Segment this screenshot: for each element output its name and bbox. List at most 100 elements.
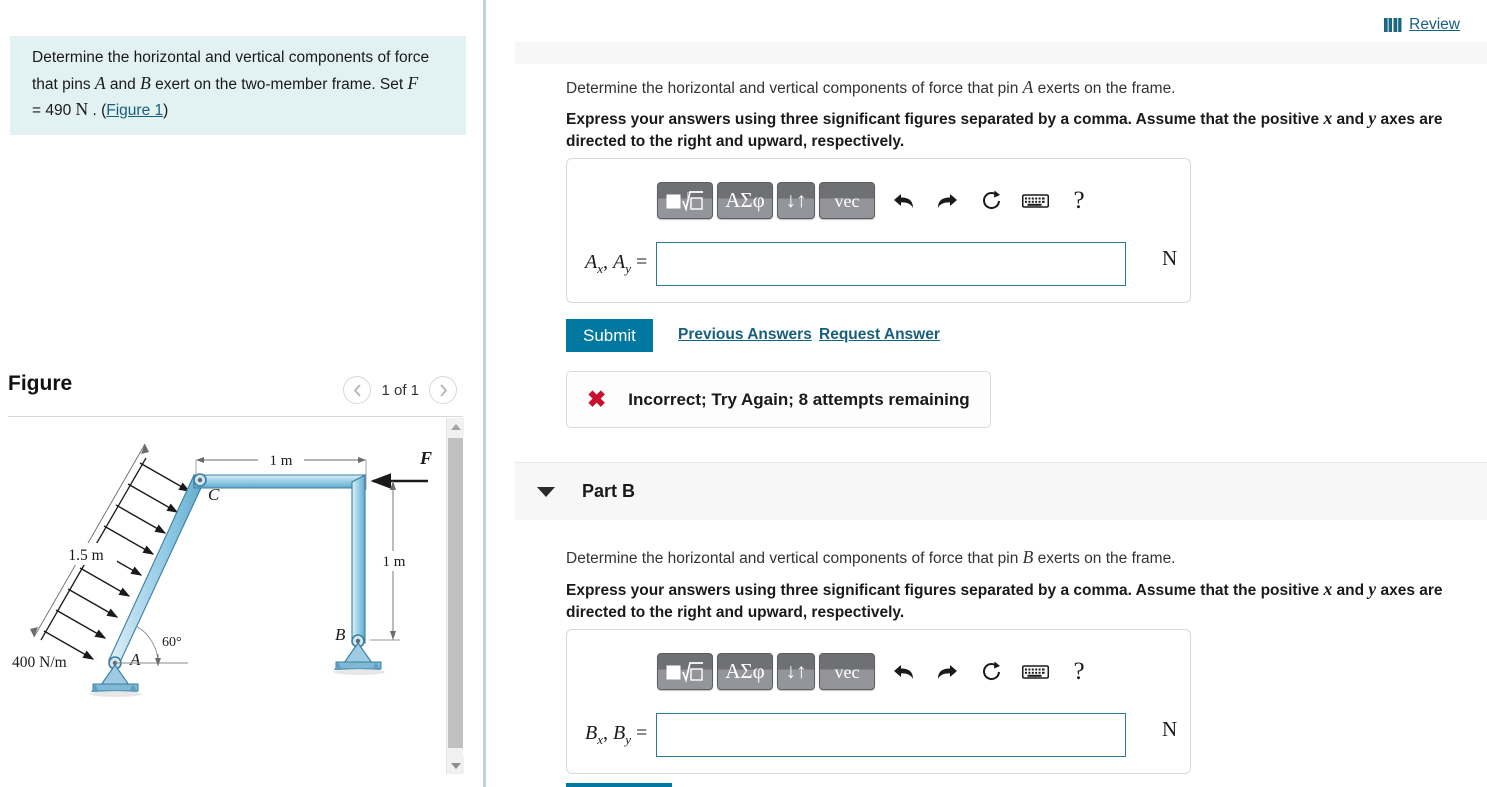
greek-symbols-label: ΑΣφ <box>725 659 765 683</box>
updown-arrows-button[interactable]: ↓↑ <box>777 182 815 219</box>
dim-left-label: 1.5 m <box>68 547 103 564</box>
part-a-var: A <box>1022 77 1034 97</box>
reset-button[interactable] <box>971 184 1011 218</box>
axis-y-var: y <box>1368 108 1377 128</box>
figure-next-button[interactable] <box>429 376 457 404</box>
unit-newton: N <box>75 99 89 120</box>
book-icon <box>1384 17 1402 32</box>
redo-arrow-icon <box>937 193 957 208</box>
redo-button[interactable] <box>927 184 967 218</box>
var-B: B <box>140 72 151 93</box>
part-b-answer-row: Bx, By = <box>585 713 1127 757</box>
part-a-instructions: Express your answers using three signifi… <box>566 106 1466 154</box>
part-a-prompt: Determine the horizontal and vertical co… <box>566 74 1471 100</box>
part-b-instr-pre: Express your answers using three signifi… <box>566 582 1324 599</box>
math-template-button[interactable]: ▯ <box>657 182 713 219</box>
part-b-answer-input[interactable] <box>656 713 1127 757</box>
vector-button[interactable]: vec <box>819 182 875 219</box>
part-a-label-sub-x: x <box>597 261 603 276</box>
figure-prev-button[interactable] <box>343 376 372 404</box>
problem-line2-pre: that pins <box>32 75 95 93</box>
figure-title: Figure <box>8 372 73 395</box>
keyboard-icon <box>1021 664 1049 679</box>
svg-text:▯: ▯ <box>687 191 691 199</box>
review-link[interactable]: Review <box>1384 16 1460 34</box>
figure-1-link[interactable]: Figure 1 <box>106 102 163 119</box>
left-panel: Determine the horizontal and vertical co… <box>0 0 483 787</box>
triangle-up-icon <box>450 423 461 430</box>
part-a-submit-button[interactable]: Submit <box>566 319 653 352</box>
greek-symbols-button[interactable]: ΑΣφ <box>717 182 773 219</box>
reset-button[interactable] <box>971 655 1011 689</box>
problem-line3-mid: . ( <box>88 102 107 120</box>
part-a-previous-answers-link[interactable]: Previous Answers <box>678 326 812 344</box>
problem-line1: Determine the horizontal and vertical co… <box>32 49 430 66</box>
part-b-header[interactable]: Part B <box>515 462 1487 520</box>
updown-arrows-label: ↓↑ <box>785 659 807 683</box>
part-a-prompt-pre: Determine the horizontal and vertical co… <box>566 80 1023 97</box>
joint-label-C: C <box>208 485 220 504</box>
dim-top-label: 1 m <box>270 453 293 469</box>
part-b-instr-mid: and <box>1332 582 1369 599</box>
problem-line3-post: ) <box>163 102 169 120</box>
math-template-button[interactable] <box>657 653 713 690</box>
top-gray-band <box>515 42 1487 64</box>
vector-label: vec <box>834 190 860 211</box>
part-b-label-B1: B <box>585 722 598 744</box>
part-b-answer-box: ΑΣφ ↓↑ vec ? Bx, By = N <box>566 629 1191 774</box>
redo-button[interactable] <box>927 655 967 689</box>
dim-right-label: 1 m <box>383 554 406 570</box>
part-a-answer-box: ▯ ΑΣφ ↓↑ vec ? Ax, Ay = N <box>566 158 1191 303</box>
figure-divider <box>8 416 463 417</box>
joint-label-A: A <box>129 650 141 669</box>
keyboard-icon <box>1021 193 1049 208</box>
figure-navigation: 1 of 1 <box>343 376 457 404</box>
scrollbar-up-button[interactable] <box>447 418 464 435</box>
part-a-instr-mid: and <box>1332 111 1369 128</box>
help-label: ? <box>1073 186 1085 214</box>
help-button[interactable]: ? <box>1059 655 1099 689</box>
review-label: Review <box>1409 16 1460 33</box>
part-b-instructions: Express your answers using three signifi… <box>566 577 1466 625</box>
part-a-feedback: ✖ Incorrect; Try Again; 8 attempts remai… <box>566 371 991 428</box>
help-button[interactable]: ? <box>1059 184 1099 218</box>
greek-symbols-button[interactable]: ΑΣφ <box>717 653 773 690</box>
keyboard-button[interactable] <box>1015 184 1055 218</box>
axis-y-var-b: y <box>1368 579 1377 599</box>
part-b-submit-button[interactable] <box>566 783 672 787</box>
problem-line2-mid: and <box>105 75 141 93</box>
chevron-right-icon <box>439 383 447 397</box>
scrollbar-thumb[interactable] <box>448 438 463 748</box>
figure-header: Figure 1 of 1 <box>0 372 470 416</box>
angle-label: 60° <box>162 635 182 650</box>
scrollbar-down-button[interactable] <box>447 757 464 774</box>
part-a-instr-pre: Express your answers using three signifi… <box>566 111 1324 128</box>
problem-statement: Determine the horizontal and vertical co… <box>10 36 466 135</box>
keyboard-button[interactable] <box>1015 655 1055 689</box>
part-a-request-answer-link[interactable]: Request Answer <box>819 326 940 344</box>
var-A: A <box>94 72 106 93</box>
problem-line3-pre: = 490 <box>32 102 76 120</box>
part-b-title: Part B <box>582 481 636 501</box>
reset-circle-icon <box>982 190 1000 210</box>
caret-down-icon[interactable] <box>537 486 555 497</box>
part-a-answer-label: Ax, Ay = <box>585 251 648 276</box>
vector-label: vec <box>834 661 860 682</box>
redo-arrow-icon <box>937 664 957 679</box>
joint-label-B: B <box>335 625 346 644</box>
var-F: F <box>407 72 419 93</box>
sqrt-template-icon: ▯ <box>666 191 703 212</box>
part-b-prompt-pre: Determine the horizontal and vertical co… <box>566 550 1023 567</box>
vector-button[interactable]: vec <box>819 653 875 690</box>
part-b-unit: N <box>1162 717 1178 741</box>
error-x-icon: ✖ <box>587 386 607 412</box>
figure-scrollbar[interactable] <box>446 418 464 774</box>
undo-arrow-icon <box>893 664 913 679</box>
undo-button[interactable] <box>883 655 923 689</box>
part-a-label-A1: A <box>585 251 598 273</box>
axis-x-var-b: x <box>1323 579 1333 599</box>
undo-button[interactable] <box>883 184 923 218</box>
updown-arrows-button[interactable]: ↓↑ <box>777 653 815 690</box>
part-a-answer-input[interactable] <box>656 242 1127 286</box>
figure-viewport: 1 m 1.5 m C F 1 m B A 60° 400 N/m <box>8 418 463 774</box>
